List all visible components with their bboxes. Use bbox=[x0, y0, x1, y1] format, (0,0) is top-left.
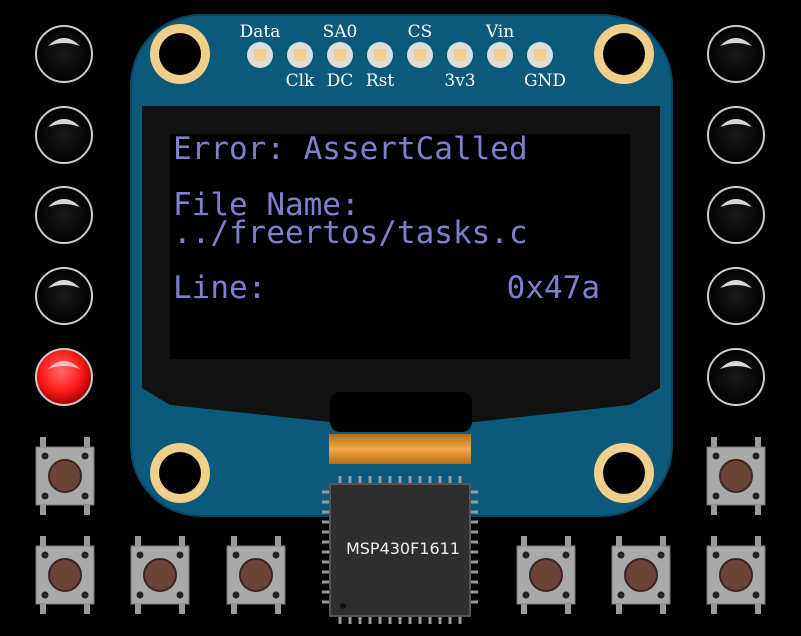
header-pin bbox=[407, 42, 433, 68]
oled-line-line-value: 0x47a bbox=[507, 270, 600, 306]
header-pin bbox=[367, 42, 393, 68]
mount-hole-bottom-left bbox=[150, 443, 210, 503]
push-button-right-upper[interactable] bbox=[706, 437, 766, 515]
push-button-bottom-1[interactable] bbox=[35, 536, 95, 614]
led-left-1 bbox=[35, 25, 93, 83]
header-pin bbox=[487, 42, 513, 68]
led-right-5 bbox=[707, 348, 765, 406]
led-right-2 bbox=[707, 106, 765, 164]
header-pin bbox=[327, 42, 353, 68]
push-button-bottom-5[interactable] bbox=[611, 536, 671, 614]
led-left-3 bbox=[35, 186, 93, 244]
pin-label-dc: DC bbox=[327, 71, 354, 91]
oled-line-line-label: Line: bbox=[173, 270, 266, 306]
pin-label-sa0: SA0 bbox=[323, 22, 358, 42]
flex-cable bbox=[329, 434, 471, 464]
led-left-2 bbox=[35, 106, 93, 164]
header-pin bbox=[447, 42, 473, 68]
pin-label-rst: Rst bbox=[366, 71, 395, 91]
mount-hole-top-left bbox=[150, 24, 210, 84]
led-right-3 bbox=[707, 186, 765, 244]
led-right-4 bbox=[707, 267, 765, 325]
led-left-4 bbox=[35, 267, 93, 325]
push-button-bottom-3[interactable] bbox=[226, 536, 286, 614]
led-right-1 bbox=[707, 25, 765, 83]
mount-hole-top-right bbox=[594, 24, 654, 84]
pin-label-gnd: GND bbox=[524, 71, 566, 91]
pin-label-clk: Clk bbox=[286, 71, 315, 91]
header-pin bbox=[527, 42, 553, 68]
pin-label-vin: Vin bbox=[485, 22, 514, 42]
push-button-left-upper[interactable] bbox=[35, 437, 95, 515]
oled-breakout-board: Data SA0 CS Vin Clk DC Rst 3v3 GND Error… bbox=[35, 14, 766, 624]
push-button-bottom-6[interactable] bbox=[706, 536, 766, 614]
push-button-bottom-2[interactable] bbox=[130, 536, 190, 614]
oled-line-error: Error: AssertCalled bbox=[173, 131, 528, 167]
oled-line-file-path: ../freertos/tasks.c bbox=[173, 215, 528, 251]
pin-label-3v3: 3v3 bbox=[444, 71, 475, 91]
header-pin bbox=[247, 42, 273, 68]
pin-label-data: Data bbox=[240, 22, 281, 42]
mount-hole-bottom-right bbox=[594, 443, 654, 503]
push-button-bottom-4[interactable] bbox=[516, 536, 576, 614]
led-left-5-red bbox=[35, 348, 93, 406]
chip-label: MSP430F1611 bbox=[346, 539, 460, 558]
header-pin bbox=[287, 42, 313, 68]
pin-label-cs: CS bbox=[408, 22, 433, 42]
